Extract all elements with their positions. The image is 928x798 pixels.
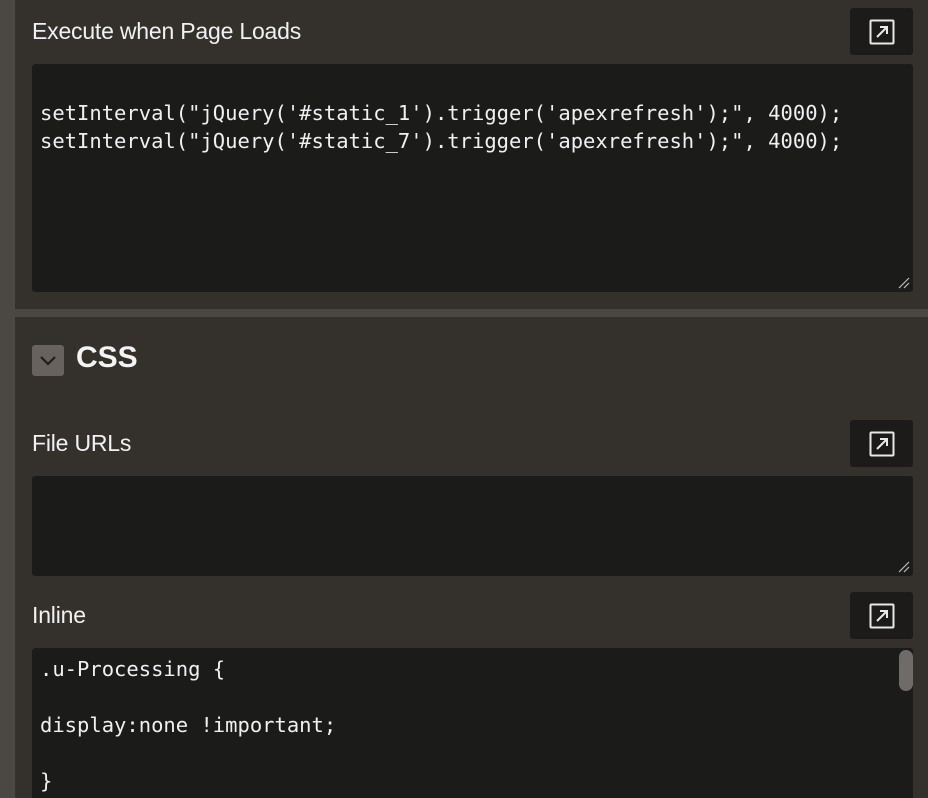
code-line: display:none !important; <box>40 713 337 737</box>
file-urls-textarea[interactable] <box>32 476 913 576</box>
chevron-down-icon <box>40 355 56 366</box>
expand-arrow-icon <box>869 431 894 456</box>
left-gutter <box>0 0 15 798</box>
page-load-panel: Execute when Page Loads setInterval("jQu… <box>15 0 928 309</box>
property-editor: Execute when Page Loads setInterval("jQu… <box>0 0 928 798</box>
code-line: setInterval("jQuery('#static_1').trigger… <box>40 101 843 125</box>
resize-grip-icon[interactable] <box>898 277 910 289</box>
page-load-code-editor[interactable]: setInterval("jQuery('#static_1').trigger… <box>32 64 913 292</box>
code-line: setInterval("jQuery('#static_7').trigger… <box>40 129 843 153</box>
inline-css-expand-button[interactable] <box>850 592 913 639</box>
code-line: .u-Processing { <box>40 657 226 681</box>
panel-divider <box>15 309 928 317</box>
scrollbar-thumb[interactable] <box>899 650 913 691</box>
expand-arrow-icon <box>869 603 894 628</box>
page-load-label: Execute when Page Loads <box>32 18 302 44</box>
inline-css-label: Inline <box>32 602 86 628</box>
css-panel: CSS File URLs Inline .u-Processing {dis… <box>15 317 928 798</box>
expand-arrow-icon <box>869 19 894 44</box>
file-urls-expand-button[interactable] <box>850 420 913 467</box>
file-urls-label: File URLs <box>32 430 132 456</box>
page-load-expand-button[interactable] <box>850 8 913 55</box>
inline-css-code-editor[interactable]: .u-Processing { display:none !important;… <box>32 648 913 798</box>
css-section-title: CSS <box>76 341 138 374</box>
css-collapse-toggle[interactable] <box>32 345 64 376</box>
code-line: } <box>40 769 53 793</box>
resize-grip-icon[interactable] <box>898 561 910 573</box>
